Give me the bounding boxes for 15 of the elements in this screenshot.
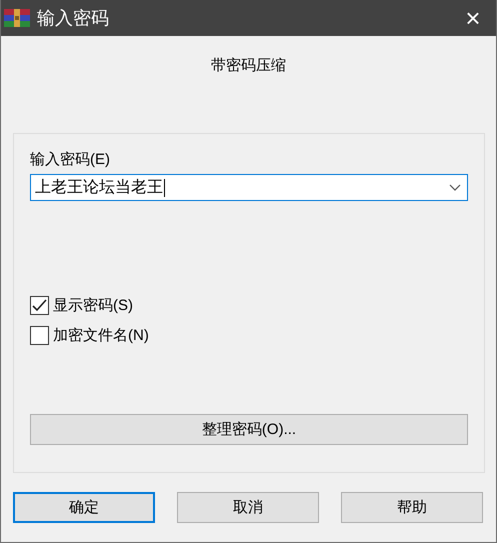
- checkbox[interactable]: [30, 296, 49, 315]
- close-button[interactable]: ×: [450, 0, 496, 36]
- checkbox-label[interactable]: 显示密码(S): [53, 296, 133, 315]
- dialog-button[interactable]: 取消: [177, 492, 319, 523]
- window-title: 输入密码: [37, 7, 110, 30]
- checkbox[interactable]: [30, 326, 49, 345]
- books-icon: [4, 9, 30, 27]
- dialog-heading: 带密码压缩: [211, 56, 286, 75]
- manage-passwords-button[interactable]: 整理密码(O)...: [30, 414, 468, 445]
- dialog-button[interactable]: 帮助: [341, 492, 483, 523]
- password-field[interactable]: 上老王论坛当老王: [30, 174, 468, 201]
- field-label: 输入密码(E): [30, 150, 111, 169]
- chevron-down-icon[interactable]: [449, 184, 461, 191]
- dialog-button[interactable]: 确定: [13, 492, 155, 523]
- checkbox-label[interactable]: 加密文件名(N): [53, 326, 149, 345]
